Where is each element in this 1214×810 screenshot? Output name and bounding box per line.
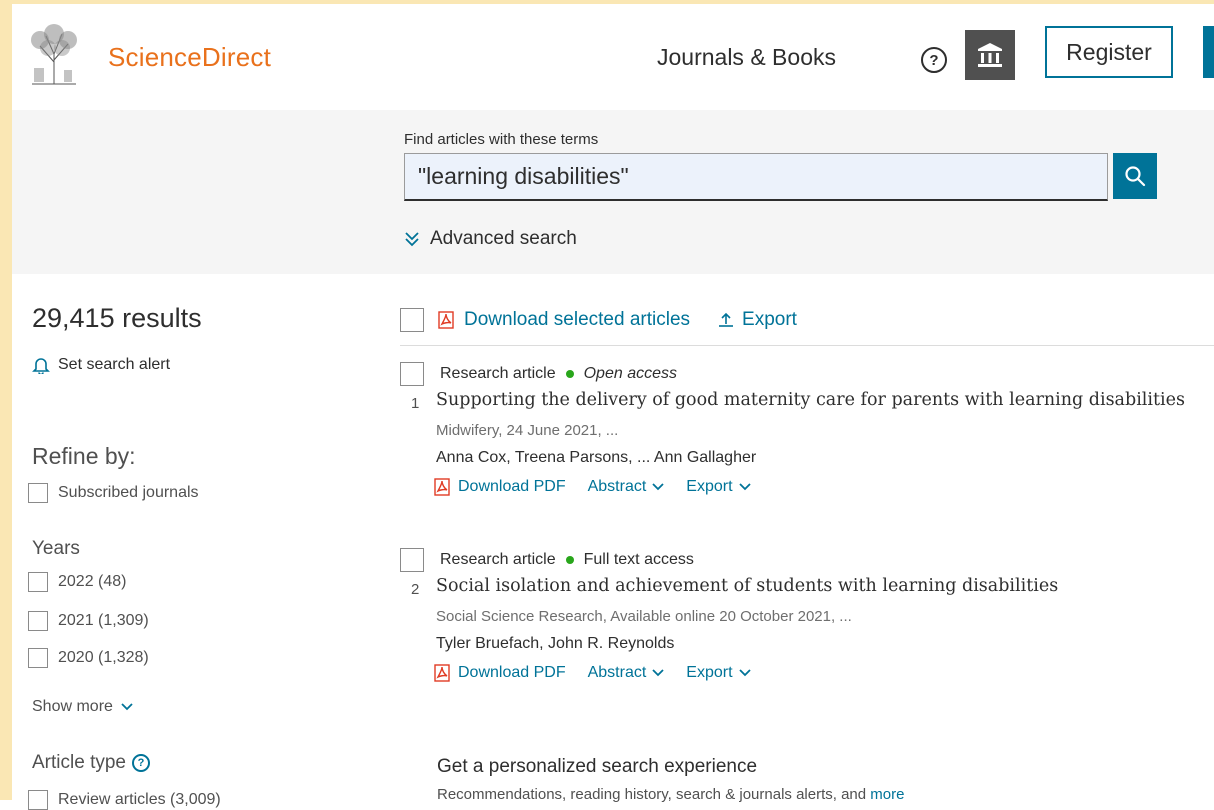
abstract-toggle[interactable]: Abstract <box>588 664 665 682</box>
filter-label: 2022 (48) <box>58 573 127 590</box>
download-pdf-link[interactable]: Download PDF <box>434 478 566 496</box>
result-source[interactable]: Social Science Research, Available onlin… <box>436 608 852 625</box>
divider <box>400 345 1214 346</box>
promo-more-link[interactable]: more <box>870 786 904 803</box>
year-filter-2021[interactable]: 2021 (1,309) <box>28 611 149 631</box>
result-authors: Tyler Bruefach, John R. Reynolds <box>436 635 675 652</box>
article-type-heading: Article type ? <box>32 752 150 774</box>
export-label: Export <box>686 664 733 681</box>
promo-subtitle: Recommendations, reading history, search… <box>437 786 904 803</box>
pdf-icon <box>434 664 450 682</box>
promo-text: Recommendations, reading history, search… <box>437 786 867 803</box>
result-number: 2 <box>411 581 420 598</box>
result-actions: Download PDF Abstract Export <box>434 664 773 682</box>
subscribed-journals-filter[interactable]: Subscribed journals <box>28 483 199 503</box>
result-actions: Download PDF Abstract Export <box>434 478 773 496</box>
register-button[interactable]: Register <box>1045 26 1173 78</box>
export-label: Export <box>742 309 797 330</box>
set-search-alert-link[interactable]: Set search alert <box>32 356 170 374</box>
access-dot-icon <box>565 370 574 378</box>
frame-left <box>0 0 12 800</box>
result-authors: Anna Cox, Treena Parsons, ... Ann Gallag… <box>436 449 757 466</box>
checkbox[interactable] <box>28 483 48 503</box>
access-dot-icon <box>565 556 574 564</box>
export-link[interactable]: Export <box>718 309 797 331</box>
filter-label: Subscribed journals <box>58 484 199 501</box>
institution-icon[interactable] <box>965 30 1015 80</box>
show-more-years-link[interactable]: Show more <box>32 698 133 716</box>
results-toolbar: Download selected articles Export <box>400 303 797 337</box>
result-number: 1 <box>411 395 420 412</box>
download-pdf-link[interactable]: Download PDF <box>434 664 566 682</box>
chevron-down-icon <box>738 483 751 491</box>
help-icon[interactable]: ? <box>921 47 947 73</box>
download-selected-label: Download selected articles <box>464 309 691 330</box>
pdf-icon <box>438 311 454 329</box>
chevron-down-icon <box>738 669 751 677</box>
year-filter-2020[interactable]: 2020 (1,328) <box>28 648 149 668</box>
select-all-checkbox[interactable] <box>400 308 424 332</box>
export-label: Export <box>686 478 733 495</box>
search-label: Find articles with these terms <box>404 131 599 148</box>
search-panel: Find articles with these terms Advanced … <box>12 110 1214 274</box>
article-type: Research article <box>440 551 556 568</box>
download-pdf-label: Download PDF <box>458 478 566 495</box>
export-icon <box>719 312 734 327</box>
chevron-down-icon <box>652 669 664 677</box>
result-meta: Research article Open access <box>400 362 677 386</box>
result-title[interactable]: Social isolation and achievement of stud… <box>436 576 1058 596</box>
checkbox[interactable] <box>28 611 48 631</box>
download-selected-link[interactable]: Download selected articles <box>438 309 690 331</box>
nav-journals-books[interactable]: Journals & Books <box>657 44 836 71</box>
search-button[interactable] <box>1113 153 1157 199</box>
chevron-down-icon <box>652 483 664 491</box>
access-type: Full text access <box>583 551 694 568</box>
advanced-search-label: Advanced search <box>430 228 577 249</box>
pdf-icon <box>434 478 450 496</box>
checkbox[interactable] <box>28 648 48 668</box>
site-header: ScienceDirect Journals & Books ? Registe… <box>12 4 1214 110</box>
help-icon[interactable]: ? <box>131 754 150 772</box>
result-item: Research article Open access 1 Supportin… <box>400 362 1214 522</box>
filter-label: Review articles (3,009) <box>58 791 221 808</box>
results-count: 29,415 results <box>32 303 202 333</box>
result-source[interactable]: Midwifery, 24 June 2021, ... <box>436 422 618 439</box>
checkbox[interactable] <box>28 790 48 810</box>
download-pdf-label: Download PDF <box>458 664 566 681</box>
result-checkbox[interactable] <box>400 548 424 572</box>
result-item: Research article Full text access 2 Soci… <box>400 548 1214 708</box>
search-input[interactable] <box>404 153 1108 201</box>
abstract-toggle[interactable]: Abstract <box>588 478 665 496</box>
result-meta: Research article Full text access <box>400 548 694 572</box>
chevron-down-icon <box>121 703 133 711</box>
checkbox[interactable] <box>28 572 48 592</box>
bell-icon <box>32 358 50 374</box>
years-heading: Years <box>32 538 80 559</box>
year-filter-2022[interactable]: 2022 (48) <box>28 572 127 592</box>
filter-label: 2021 (1,309) <box>58 612 149 629</box>
show-more-label: Show more <box>32 698 113 715</box>
promo-title: Get a personalized search experience <box>437 756 758 777</box>
set-search-alert-label: Set search alert <box>58 356 171 373</box>
article-type-filter[interactable]: Review articles (3,009) <box>28 790 221 810</box>
sign-in-button[interactable] <box>1203 26 1214 78</box>
article-type: Research article <box>440 365 556 382</box>
advanced-search-link[interactable]: Advanced search <box>404 228 577 250</box>
access-type: Open access <box>583 365 677 382</box>
filter-label: 2020 (1,328) <box>58 649 149 666</box>
elsevier-tree-logo[interactable] <box>26 24 82 86</box>
double-chevron-down-icon <box>405 232 419 247</box>
search-icon <box>1125 166 1146 187</box>
refine-by-heading: Refine by: <box>32 443 136 469</box>
abstract-label: Abstract <box>587 478 647 495</box>
abstract-label: Abstract <box>587 664 647 681</box>
export-toggle[interactable]: Export <box>686 664 751 682</box>
brand-name[interactable]: ScienceDirect <box>108 42 271 73</box>
result-title[interactable]: Supporting the delivery of good maternit… <box>436 390 1185 410</box>
export-toggle[interactable]: Export <box>686 478 751 496</box>
article-type-label: Article type <box>32 752 126 773</box>
result-checkbox[interactable] <box>400 362 424 386</box>
